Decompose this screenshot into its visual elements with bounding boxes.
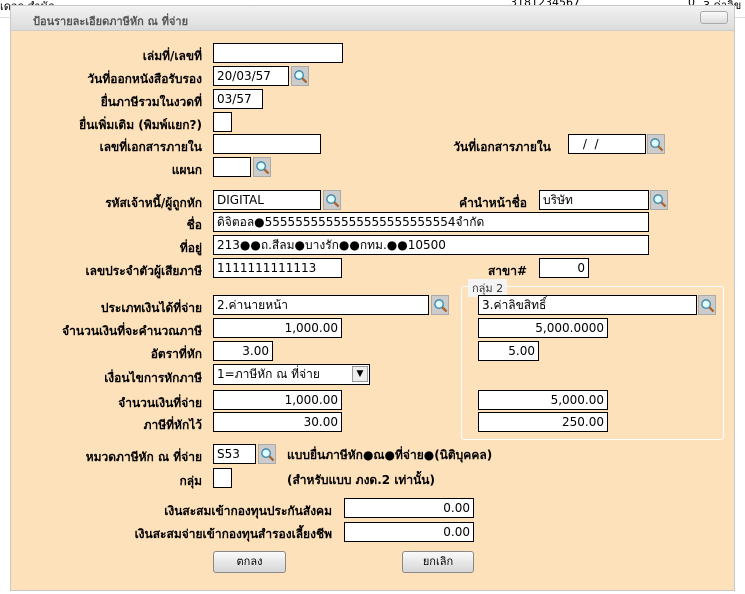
additional-checkbox[interactable] (213, 112, 232, 132)
internal-doc-date-label: วันที่เอกสารภายใน (453, 140, 551, 154)
tax-withheld-label: ภาษีที่หักไว้ (143, 418, 202, 432)
name-label: ชื่อ (186, 218, 202, 232)
address-label: ที่อยู่ (179, 241, 202, 255)
condition-value: 1=ภาษีหัก ณ ที่จ่าย (217, 367, 320, 381)
income-type-label: ประเภทเงินได้ที่จ่าย (100, 301, 202, 315)
income-type-input[interactable]: 2.ค่านายหน้า (213, 295, 429, 315)
group2-taxable-amount-input[interactable]: 5,000.0000 (478, 318, 608, 338)
minimize-button[interactable] (700, 11, 728, 24)
group-input[interactable] (213, 468, 232, 488)
cert-date-input[interactable]: 20/03/57 (213, 66, 289, 86)
cert-date-label: วันที่ออกหนังสือรับรอง (87, 72, 202, 86)
wht-dialog: ป้อนรายละเอียดภาษีหัก ณ ที่จ่าย เล่มที่/… (10, 5, 735, 591)
search-icon[interactable] (253, 157, 271, 177)
group-label: กลุ่ม (179, 474, 202, 488)
wht-category-label: หมวดภาษีหัก ณ ที่จ่าย (85, 450, 202, 464)
rate-input[interactable]: 3.00 (213, 341, 273, 361)
dialog-title: ป้อนรายละเอียดภาษีหัก ณ ที่จ่าย (33, 15, 189, 28)
search-icon[interactable] (647, 134, 665, 154)
prefix-input[interactable]: บริษัท (539, 190, 649, 210)
group2-income-type-input[interactable]: 3.ค่าลิขสิทธิ์ (478, 295, 697, 315)
wht-category-input[interactable]: S53 (213, 444, 256, 464)
group2-paid-amount-input[interactable]: 5,000.00 (478, 390, 608, 410)
tax-id-label: เลขประจำตัวผู้เสียภาษี (85, 264, 202, 278)
book-no-input[interactable] (213, 43, 343, 63)
chevron-down-icon[interactable]: ▼ (352, 366, 368, 382)
internal-doc-date-input[interactable]: / / (568, 134, 646, 154)
department-label: แผนก (171, 163, 202, 177)
condition-select[interactable]: 1=ภาษีหัก ณ ที่จ่าย ▼ (213, 364, 370, 385)
name-input[interactable]: ดิจิตอล●5555555555555555555555554จำกัด (213, 212, 649, 232)
dialog-titlebar[interactable]: ป้อนรายละเอียดภาษีหัก ณ ที่จ่าย (11, 6, 734, 31)
search-icon[interactable] (291, 66, 309, 86)
creditor-code-label: รหัสเจ้าหนี้/ผู้ถูกหัก (105, 196, 202, 210)
tax-id-input[interactable]: 1111111111113 (213, 258, 342, 278)
cancel-button[interactable]: ยกเลิก (402, 551, 474, 573)
ok-button[interactable]: ตกลง (213, 551, 286, 573)
taxable-amount-label: จำนวนเงินที่จะคำนวณภาษี (62, 324, 202, 338)
search-icon[interactable] (258, 444, 276, 464)
creditor-code-input[interactable]: DIGITAL (213, 190, 321, 210)
provident-fund-label: เงินสะสมจ่ายเข้ากองทุนสำรองเลี้ยงชีพ (134, 527, 332, 541)
group2-tax-withheld-input[interactable]: 250.00 (478, 412, 608, 432)
rate-label: อัตราที่หัก (150, 347, 202, 361)
internal-doc-no-input[interactable] (213, 134, 321, 154)
group-note: (สำหรับแบบ ภงด.2 เท่านั้น) (287, 473, 435, 487)
social-security-label: เงินสะสมเข้ากองทุนประกันสังคม (164, 504, 332, 518)
social-security-input[interactable]: 0.00 (344, 498, 474, 518)
search-icon[interactable] (650, 190, 668, 210)
provident-fund-input[interactable]: 0.00 (344, 522, 474, 542)
additional-label: ยื่นเพิ่มเติม (พิมพ์แยก?) (79, 118, 202, 132)
wht-category-description: แบบยื่นภาษีหัก●ณ●ที่จ่าย●(นิติบุคคล) (287, 448, 493, 462)
paid-amount-input[interactable]: 1,000.00 (213, 390, 342, 410)
search-icon[interactable] (431, 295, 449, 315)
paid-amount-label: จำนวนเงินที่จ่าย (118, 396, 202, 410)
tax-withheld-input[interactable]: 30.00 (213, 412, 342, 432)
condition-label: เงื่อนไขการหักภาษี (104, 371, 202, 385)
group2-rate-input[interactable]: 5.00 (478, 341, 539, 361)
taxable-amount-input[interactable]: 1,000.00 (213, 318, 342, 338)
department-input[interactable] (213, 157, 251, 177)
search-icon[interactable] (323, 190, 341, 210)
branch-input[interactable]: 0 (539, 258, 589, 278)
period-label: ยื่นภาษีรวมในงวดที่ (100, 95, 202, 109)
internal-doc-no-label: เลขที่เอกสารภายใน (99, 140, 202, 154)
book-no-label: เล่มที่/เลขที่ (142, 49, 202, 63)
search-icon[interactable] (698, 295, 716, 315)
address-input[interactable]: 213●●ถ.สีลม●บางรัก●●กทม.●●10500 (213, 235, 649, 255)
prefix-label: คำนำหน้าชื่อ (459, 196, 527, 210)
period-input[interactable]: 03/57 (213, 89, 263, 109)
